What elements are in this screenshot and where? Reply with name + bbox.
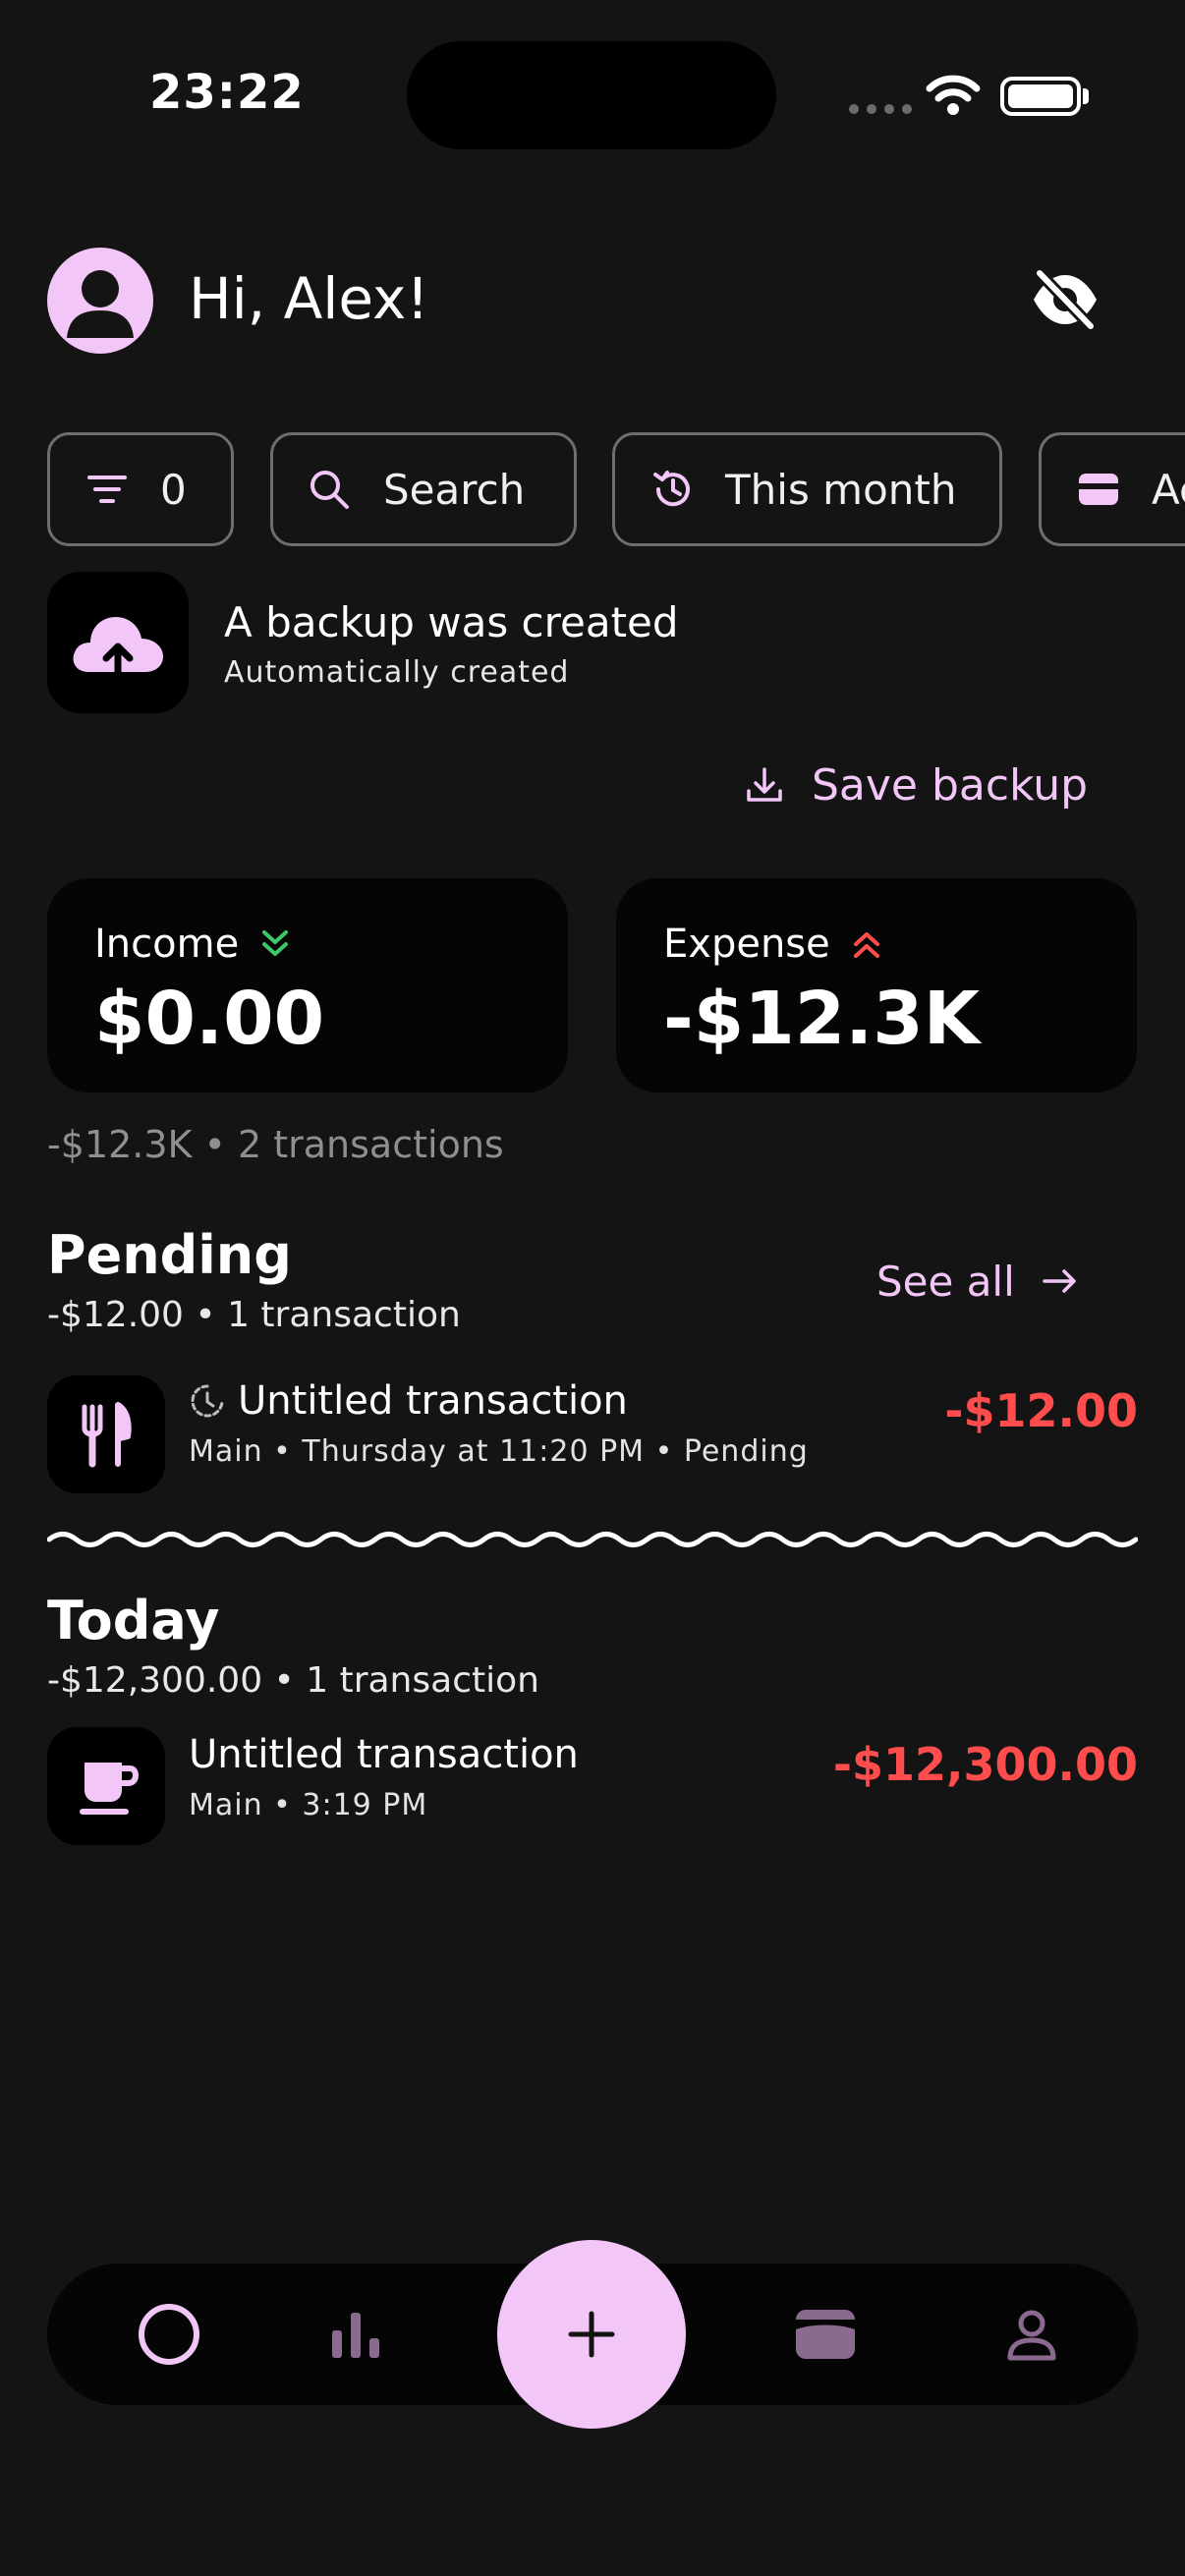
pending-transaction-amount: -$12.00 <box>944 1384 1138 1437</box>
period-chip[interactable]: This month <box>612 432 1002 546</box>
history-icon <box>653 471 690 507</box>
save-backup-button[interactable]: Save backup <box>745 751 1088 819</box>
see-all-label: See all <box>876 1257 1015 1306</box>
today-transaction-meta: Main • 3:19 PM <box>189 1788 428 1822</box>
income-value: $0.00 <box>94 977 325 1061</box>
user-avatar-icon <box>67 270 134 338</box>
expense-label-row: Expense <box>663 920 883 969</box>
avatar[interactable] <box>47 248 153 354</box>
expense-label: Expense <box>663 922 830 967</box>
filter-count: 0 <box>160 465 187 514</box>
filter-icon <box>87 476 127 503</box>
add-transaction-button[interactable] <box>497 2240 686 2429</box>
accounts-label: Ac <box>1152 465 1185 514</box>
home-icon <box>139 2304 199 2365</box>
nav-home[interactable] <box>110 2264 228 2405</box>
arrow-right-icon <box>1043 1269 1076 1293</box>
status-time: 23:22 <box>149 65 305 120</box>
eye-off-icon <box>1034 268 1097 331</box>
expense-value: -$12.3K <box>663 977 981 1061</box>
pending-clock-icon <box>191 1384 224 1418</box>
transaction-category-icon[interactable] <box>47 1375 165 1493</box>
see-all-button[interactable]: See all <box>876 1250 1080 1313</box>
expense-card[interactable]: Expense -$12.3K <box>616 878 1137 1092</box>
income-card[interactable]: Income $0.00 <box>47 878 568 1092</box>
battery-icon <box>1000 77 1081 116</box>
nav-wallet[interactable] <box>766 2264 884 2405</box>
chevrons-up-icon <box>853 932 879 958</box>
hide-balance-button[interactable] <box>1026 265 1104 334</box>
utensils-icon <box>82 1402 132 1468</box>
dynamic-island <box>407 41 776 149</box>
today-transaction-title[interactable]: Untitled transaction <box>189 1729 579 1780</box>
filter-chip[interactable]: 0 <box>47 432 234 546</box>
nav-stats[interactable] <box>297 2264 415 2405</box>
wavy-divider <box>47 1532 1138 1547</box>
wifi-icon <box>926 75 981 115</box>
today-transaction-amount: -$12,300.00 <box>832 1738 1138 1791</box>
pending-transaction-title: Untitled transaction <box>238 1378 628 1424</box>
today-section-subtitle: -$12,300.00 • 1 transaction <box>47 1660 539 1701</box>
search-icon <box>310 471 349 509</box>
backup-title: A backup was created <box>224 598 679 646</box>
search-label: Search <box>383 465 526 514</box>
pending-transaction-title-row[interactable]: Untitled transaction <box>189 1375 628 1427</box>
greeting-title: Hi, Alex! <box>189 265 429 332</box>
download-icon <box>747 767 782 802</box>
profile-icon <box>1007 2310 1056 2361</box>
wallet-icon <box>1079 474 1118 505</box>
wallet-icon <box>796 2310 855 2359</box>
stats-icon <box>332 2313 379 2358</box>
save-backup-label: Save backup <box>812 759 1089 811</box>
transaction-category-icon[interactable] <box>47 1727 165 1845</box>
coffee-cup-icon <box>80 1763 140 1815</box>
today-section-title: Today <box>47 1590 220 1652</box>
battery-nub <box>1083 88 1089 104</box>
cloud-upload-icon <box>73 617 163 682</box>
backup-icon-tile <box>47 572 189 713</box>
period-summary: -$12.3K • 2 transactions <box>47 1123 504 1166</box>
search-chip[interactable]: Search <box>270 432 577 546</box>
nav-profile[interactable] <box>973 2264 1091 2405</box>
pending-section-title: Pending <box>47 1224 292 1286</box>
add-icon <box>568 2311 615 2358</box>
pending-section-subtitle: -$12.00 • 1 transaction <box>47 1295 461 1335</box>
accounts-chip[interactable]: Ac <box>1039 432 1185 546</box>
income-label: Income <box>94 922 240 967</box>
backup-subtitle: Automatically created <box>224 655 570 690</box>
signal-icon <box>849 104 912 114</box>
period-label: This month <box>725 465 957 514</box>
income-label-row: Income <box>94 920 292 969</box>
chevrons-down-icon <box>262 930 289 956</box>
pending-transaction-meta: Main • Thursday at 11:20 PM • Pending <box>189 1434 809 1469</box>
